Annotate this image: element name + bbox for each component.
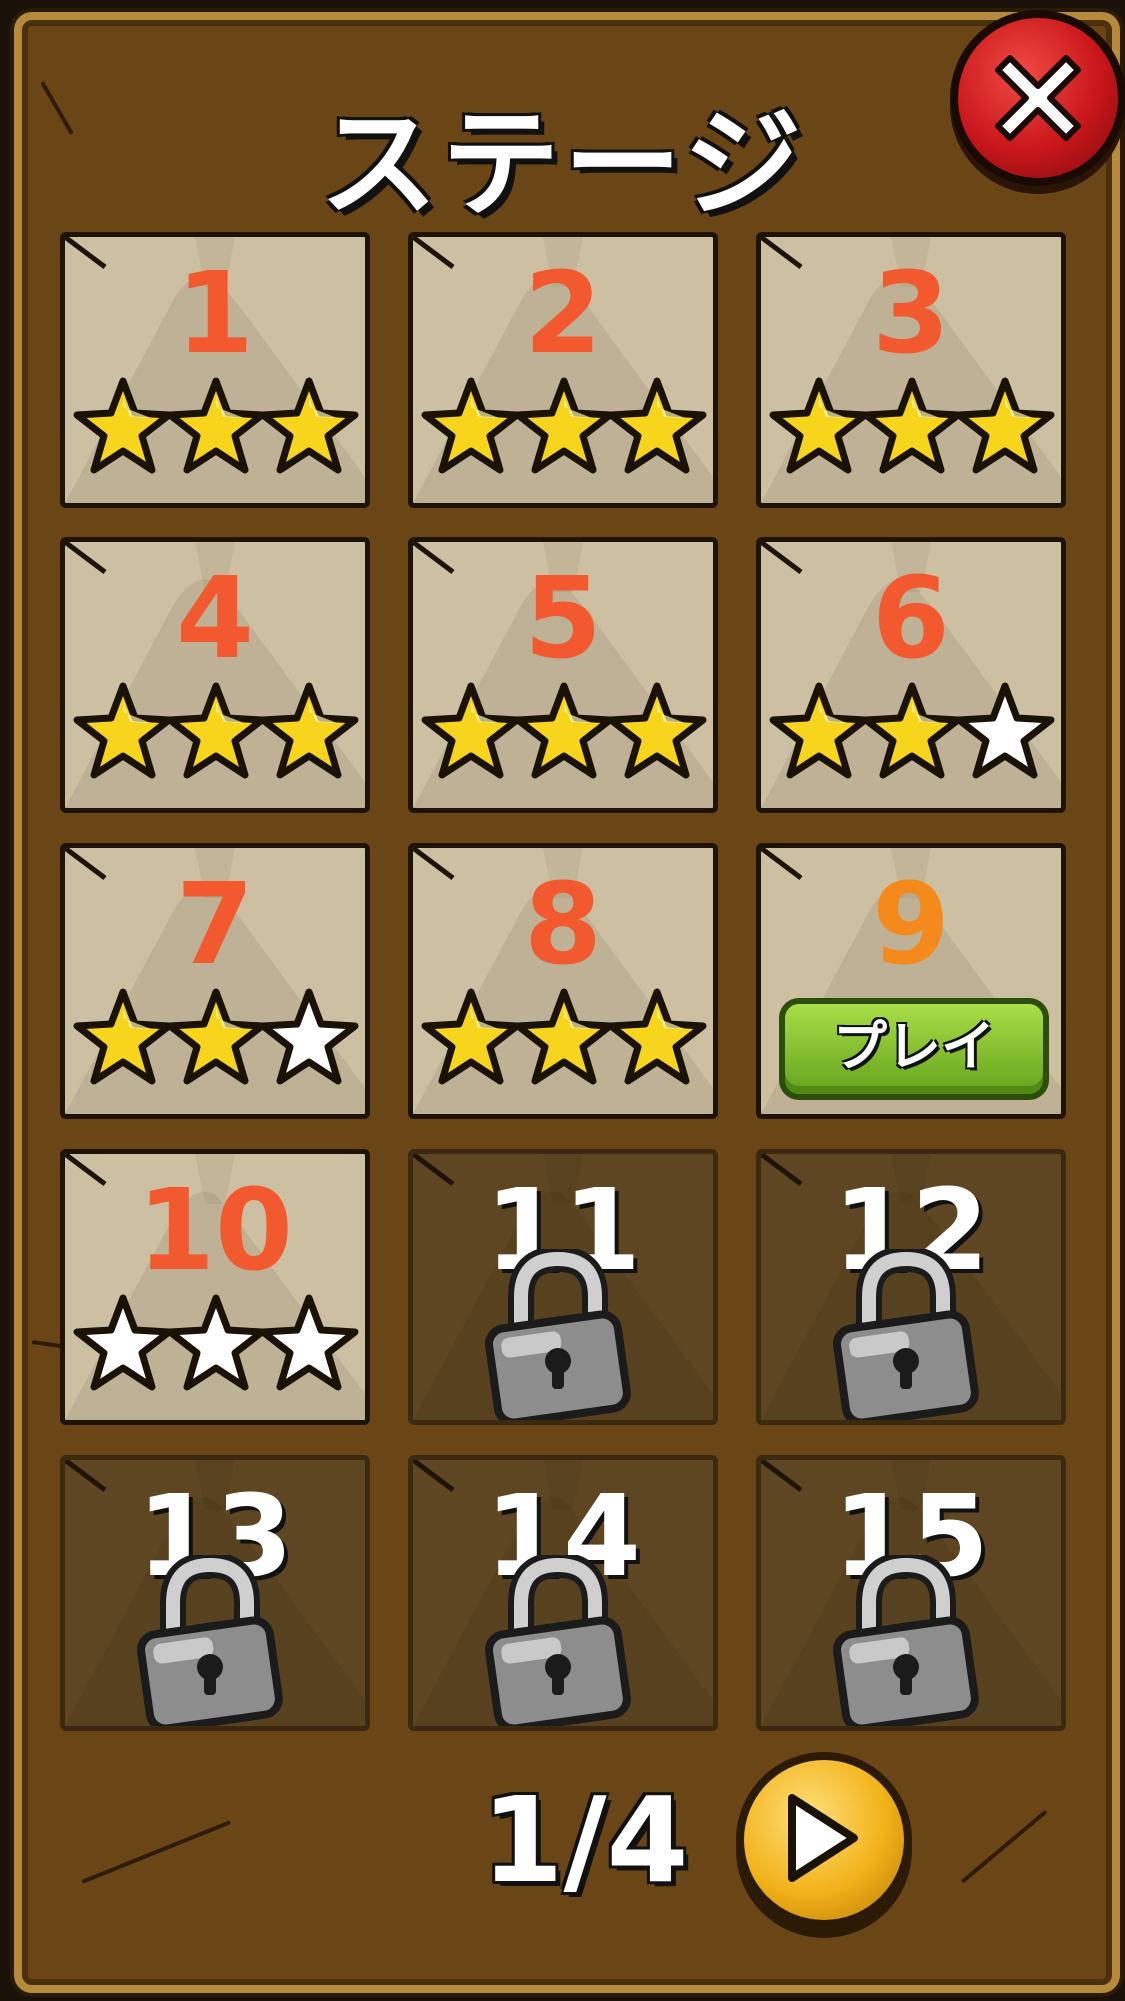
page-indicator: 1/4 xyxy=(481,1771,689,1909)
stage-tile-12: 12 xyxy=(756,1149,1066,1425)
star-empty-icon xyxy=(73,1294,173,1391)
star-empty-icon xyxy=(259,988,359,1085)
star-filled-icon xyxy=(73,682,173,779)
stage-tile-5[interactable]: 5 xyxy=(408,537,718,813)
star-filled-icon xyxy=(769,682,869,779)
stage-tile-15: 15 xyxy=(756,1455,1066,1731)
stage-number: 10 xyxy=(137,1166,293,1296)
star-filled-icon xyxy=(421,377,521,474)
stage-number: 4 xyxy=(176,554,254,684)
star-filled-icon xyxy=(607,682,707,779)
star-filled-icon xyxy=(607,377,707,474)
stage-tile-13: 13 xyxy=(60,1455,370,1731)
star-filled-icon xyxy=(514,377,614,474)
close-x-icon xyxy=(995,55,1081,141)
star-filled-icon xyxy=(769,377,869,474)
stage-number: 2 xyxy=(524,249,602,379)
star-filled-icon xyxy=(862,682,962,779)
padlock-icon xyxy=(833,1555,979,1726)
star-rating xyxy=(769,377,1055,487)
star-filled-icon xyxy=(607,988,707,1085)
star-filled-icon xyxy=(73,377,173,474)
stage-tile-8[interactable]: 8 xyxy=(408,843,718,1119)
star-filled-icon xyxy=(955,377,1055,474)
star-filled-icon xyxy=(259,682,359,779)
star-empty-icon xyxy=(166,1294,266,1391)
star-empty-icon xyxy=(955,682,1055,779)
stage-number: 8 xyxy=(524,860,602,990)
star-filled-icon xyxy=(259,377,359,474)
next-page-button[interactable] xyxy=(736,1752,912,1928)
star-filled-icon xyxy=(421,988,521,1085)
stage-tile-1[interactable]: 1 xyxy=(60,232,370,508)
stage-number: 3 xyxy=(872,249,950,379)
stage-number: 5 xyxy=(524,554,602,684)
star-rating xyxy=(421,988,707,1098)
stage-tile-9[interactable]: 9 プレイ xyxy=(756,843,1066,1119)
stage-number: 6 xyxy=(872,554,950,684)
star-rating xyxy=(421,377,707,487)
stage-tile-14: 14 xyxy=(408,1455,718,1731)
stage-tile-6[interactable]: 6 xyxy=(756,537,1066,813)
star-filled-icon xyxy=(514,682,614,779)
stage-tile-11: 11 xyxy=(408,1149,718,1425)
padlock-icon xyxy=(137,1555,283,1726)
stage-tile-7[interactable]: 7 xyxy=(60,843,370,1119)
star-filled-icon xyxy=(514,988,614,1085)
padlock-icon xyxy=(485,1249,631,1420)
star-empty-icon xyxy=(259,1294,359,1391)
star-filled-icon xyxy=(166,682,266,779)
stage-number: 7 xyxy=(176,860,254,990)
play-arrow-icon xyxy=(788,1794,858,1882)
stage-number: 1 xyxy=(176,249,254,379)
star-filled-icon xyxy=(862,377,962,474)
star-rating xyxy=(73,682,359,792)
close-button[interactable] xyxy=(950,10,1125,186)
stage-tile-4[interactable]: 4 xyxy=(60,537,370,813)
star-filled-icon xyxy=(73,988,173,1085)
star-rating xyxy=(73,1294,359,1404)
star-filled-icon xyxy=(166,988,266,1085)
padlock-icon xyxy=(485,1555,631,1726)
stage-tile-10[interactable]: 10 xyxy=(60,1149,370,1425)
star-filled-icon xyxy=(166,377,266,474)
star-rating xyxy=(421,682,707,792)
stage-tile-3[interactable]: 3 xyxy=(756,232,1066,508)
play-button[interactable]: プレイ xyxy=(779,998,1049,1100)
star-rating xyxy=(73,377,359,487)
board-crack xyxy=(960,1809,1048,1884)
padlock-icon xyxy=(833,1249,979,1420)
star-rating xyxy=(73,988,359,1098)
board-crack xyxy=(81,1820,232,1884)
star-filled-icon xyxy=(421,682,521,779)
stage-number: 9 xyxy=(872,860,950,990)
star-rating xyxy=(769,682,1055,792)
stage-tile-2[interactable]: 2 xyxy=(408,232,718,508)
